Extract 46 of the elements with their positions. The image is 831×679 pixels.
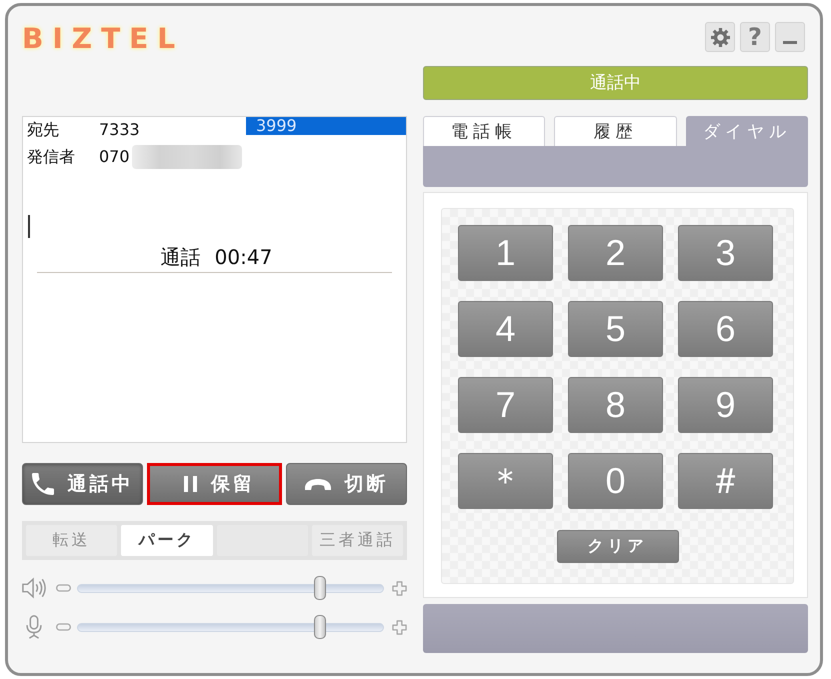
keypad-key[interactable]: ＃ (678, 453, 773, 509)
keypad-key[interactable]: 5 (568, 301, 663, 357)
info-value: 070 (99, 148, 130, 166)
pause-icon (184, 476, 197, 492)
minus-icon[interactable] (56, 584, 71, 592)
speaker-icon (22, 576, 46, 600)
tab[interactable]: 履歴 (554, 116, 677, 146)
volume-slider[interactable] (77, 575, 384, 601)
minus-icon[interactable] (56, 623, 71, 631)
settings-icon (710, 28, 730, 46)
keypad-key[interactable]: 4 (458, 301, 553, 357)
keypad-key[interactable]: 9 (678, 377, 773, 433)
slider-thumb[interactable] (314, 576, 326, 600)
logo: BIZTEL (22, 22, 184, 56)
minimize-icon (783, 40, 797, 44)
feature-button[interactable]: パーク (121, 525, 212, 556)
keypad-key[interactable]: 7 (458, 377, 553, 433)
settings-button[interactable] (705, 22, 735, 52)
minimize-button[interactable] (775, 22, 805, 52)
highlighted-entry[interactable]: 3999 (246, 117, 406, 135)
call-duration: 00:47 (214, 244, 272, 270)
info-value: 7333 (99, 121, 140, 139)
help-button[interactable]: ? (740, 22, 770, 52)
plus-icon[interactable] (392, 580, 407, 596)
keypad-key[interactable]: 3 (678, 225, 773, 281)
plus-icon[interactable] (392, 620, 407, 634)
keypad-key[interactable]: 6 (678, 301, 773, 357)
volume-slider[interactable] (77, 614, 384, 640)
slider-thumb[interactable] (314, 615, 326, 639)
call-status-label: 通話 (160, 244, 201, 270)
phone-icon (32, 473, 54, 495)
keypad-key[interactable]: 1 (458, 225, 553, 281)
hang-up-icon (304, 478, 330, 490)
clear-button[interactable]: クリア (556, 530, 678, 563)
keypad-key[interactable]: 2 (568, 225, 663, 281)
hang-up-button[interactable]: 切断 (286, 463, 407, 505)
call-button[interactable]: 通話中 (22, 463, 143, 505)
keypad-key[interactable]: 8 (568, 377, 663, 433)
info-label: 発信者 (27, 148, 76, 166)
hold-button[interactable]: 保留 (147, 463, 282, 505)
status-bar: 通話中 (423, 66, 808, 100)
tab[interactable]: ダイヤル (686, 116, 808, 146)
tab[interactable]: 電話帳 (423, 116, 546, 146)
keypad-key[interactable]: ＊ (458, 453, 553, 509)
info-label: 宛先 (27, 121, 60, 139)
keypad-key[interactable]: 0 (568, 453, 663, 509)
